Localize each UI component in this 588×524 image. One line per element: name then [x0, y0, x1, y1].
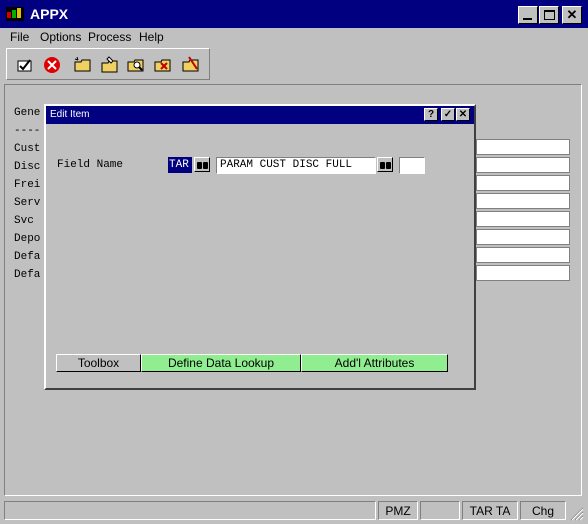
dialog-title-bar — [46, 106, 474, 124]
maximize-button[interactable] — [539, 6, 559, 24]
bg-label: Svc — [14, 215, 34, 227]
folder-new-icon[interactable] — [73, 55, 93, 75]
field-name-label: Field Name — [57, 159, 124, 171]
bg-label: Defa — [14, 269, 41, 281]
lookup-binoculars-icon[interactable] — [377, 157, 393, 172]
folder-search-icon[interactable] — [126, 55, 146, 75]
menu-process[interactable]: Process — [88, 30, 131, 44]
bg-field[interactable] — [476, 175, 570, 191]
check-icon: ✓ — [443, 109, 453, 120]
define-data-lookup-button[interactable]: Define Data Lookup — [141, 354, 301, 372]
bg-label: Defa — [14, 251, 41, 263]
minimize-button[interactable] — [518, 6, 538, 24]
toolbox-button[interactable]: Toolbox — [56, 354, 141, 372]
maximize-icon — [544, 10, 555, 20]
resize-grip-icon[interactable] — [568, 505, 584, 521]
bg-field[interactable] — [476, 211, 570, 227]
folder-check-icon[interactable] — [181, 55, 201, 75]
field-code-input[interactable]: TAR — [168, 157, 192, 173]
bg-field[interactable] — [476, 265, 570, 281]
edit-item-dialog — [44, 104, 476, 390]
folder-delete-icon[interactable] — [153, 55, 173, 75]
lookup-binoculars-icon[interactable] — [194, 157, 210, 172]
cancel-icon[interactable] — [42, 55, 62, 75]
app-logo-icon — [6, 7, 24, 21]
dialog-title: Edit Item — [50, 109, 90, 120]
status-panel-empty — [420, 501, 460, 520]
bg-label: Frei — [14, 179, 41, 191]
check-icon[interactable] — [15, 55, 35, 75]
status-panel-mode: Chg — [520, 501, 566, 520]
field-value-input[interactable]: PARAM CUST DISC FULL — [216, 157, 376, 174]
bg-label: Serv — [14, 197, 41, 209]
bg-field[interactable] — [476, 139, 570, 155]
bg-label: Cust — [14, 143, 41, 155]
addl-attributes-button[interactable]: Add'l Attributes — [301, 354, 448, 372]
title-bar — [0, 0, 588, 28]
bg-label: Disc — [14, 161, 41, 173]
dialog-close-button[interactable]: ✕ — [456, 108, 470, 121]
close-button[interactable]: ✕ — [562, 6, 582, 24]
status-panel-pmz: PMZ — [378, 501, 418, 520]
bg-field[interactable] — [476, 229, 570, 245]
bg-field[interactable] — [476, 247, 570, 263]
bg-label: Depo — [14, 233, 41, 245]
close-icon: ✕ — [566, 7, 578, 22]
menu-options[interactable]: Options — [40, 30, 81, 44]
help-button[interactable]: ? — [424, 108, 438, 121]
status-message — [4, 501, 376, 520]
menu-help[interactable]: Help — [139, 30, 164, 44]
minimize-icon — [523, 18, 532, 20]
menu-file[interactable]: File — [10, 30, 29, 44]
bg-label: ---- — [14, 125, 41, 137]
close-icon: ✕ — [458, 109, 468, 120]
status-panel-process: TAR TA — [462, 501, 518, 520]
window-title: APPX — [30, 6, 69, 22]
folder-edit-icon[interactable] — [100, 55, 120, 75]
help-icon: ? — [427, 109, 435, 120]
bg-label: Gene — [14, 107, 41, 119]
bg-field[interactable] — [476, 193, 570, 209]
ok-button[interactable]: ✓ — [441, 108, 455, 121]
bg-field[interactable] — [476, 157, 570, 173]
extra-field-input[interactable] — [399, 157, 425, 174]
